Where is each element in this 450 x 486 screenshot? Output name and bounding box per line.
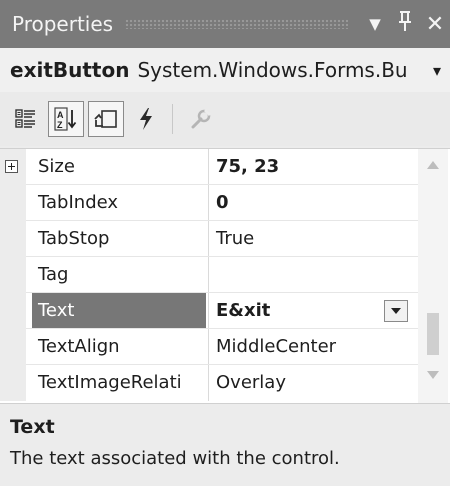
property-value[interactable]: [210, 257, 418, 293]
properties-button[interactable]: [88, 101, 124, 137]
row-gutter: [0, 185, 26, 221]
column-divider: [208, 329, 209, 365]
object-selector[interactable]: exitButton System.Windows.Forms.Bu ▾: [0, 48, 450, 93]
property-row-size[interactable]: Size 75, 23: [0, 149, 418, 185]
property-name: TabIndex: [38, 192, 119, 213]
chevron-down-icon[interactable]: ▾: [424, 61, 450, 80]
property-value[interactable]: MiddleCenter: [210, 329, 418, 365]
description-text: The text associated with the control.: [10, 448, 340, 469]
row-gutter: [0, 257, 26, 293]
scroll-up-icon: [427, 161, 439, 169]
property-row-textimagerelation[interactable]: TextImageRelati Overlay: [0, 365, 418, 401]
panel-title: Properties: [12, 12, 114, 36]
row-gutter: [0, 293, 26, 329]
pin-icon: [399, 11, 411, 31]
property-name: TextImageRelati: [38, 372, 182, 393]
property-pages-button[interactable]: [183, 101, 219, 137]
column-divider: [208, 221, 209, 257]
alphabetical-button[interactable]: A Z: [48, 101, 84, 137]
object-type: System.Windows.Forms.Bu: [137, 58, 408, 82]
title-bar[interactable]: Properties ▼ ✕: [0, 0, 450, 48]
property-row-tag[interactable]: Tag: [0, 257, 418, 293]
categorized-icon: [15, 109, 35, 128]
column-divider: [208, 257, 209, 293]
properties-panel: Properties ▼ ✕ exitButton System.Windows…: [0, 0, 450, 486]
column-divider: [208, 185, 209, 221]
property-value[interactable]: 75, 23: [210, 149, 418, 185]
property-name-selected: Text: [32, 293, 206, 329]
property-value[interactable]: 0: [210, 185, 418, 221]
events-button[interactable]: [128, 101, 164, 137]
description-title: Text: [10, 416, 55, 438]
property-row-tabstop[interactable]: TabStop True: [0, 221, 418, 257]
object-name: exitButton: [10, 58, 130, 82]
property-name: TextAlign: [38, 336, 120, 357]
row-gutter: [0, 221, 26, 257]
wrench-icon: [191, 108, 212, 129]
property-row-text[interactable]: Text E&xit: [0, 293, 418, 329]
property-toolbar: A Z: [0, 92, 450, 146]
toolbar-separator: [172, 104, 173, 134]
property-name: Size: [38, 156, 75, 177]
scrollbar-thumb[interactable]: [427, 313, 439, 355]
lightning-icon: [140, 108, 152, 130]
column-divider: [208, 293, 209, 329]
property-row-tabindex[interactable]: TabIndex 0: [0, 185, 418, 221]
window-menu-dropdown-button[interactable]: ▼: [360, 15, 390, 33]
row-gutter: [0, 365, 26, 401]
close-icon: ✕: [425, 11, 445, 37]
close-button[interactable]: ✕: [420, 12, 450, 37]
vertical-scrollbar[interactable]: [418, 149, 448, 403]
row-gutter: [0, 329, 26, 365]
property-value[interactable]: Overlay: [210, 365, 418, 401]
categorized-button[interactable]: [8, 101, 44, 137]
drag-grip[interactable]: [125, 19, 348, 29]
description-pane: Text The text associated with the contro…: [0, 404, 450, 486]
property-value[interactable]: True: [210, 221, 418, 257]
property-row-textalign[interactable]: TextAlign MiddleCenter: [0, 329, 418, 365]
properties-icon: [94, 110, 117, 128]
column-divider: [208, 149, 209, 185]
svg-text:Z: Z: [57, 120, 63, 130]
property-name: TabStop: [38, 228, 110, 249]
column-divider: [208, 365, 209, 401]
expand-plus-icon[interactable]: [5, 160, 18, 173]
alphabetical-icon: A Z: [54, 107, 77, 131]
scroll-down-button[interactable]: [418, 371, 448, 391]
dropdown-arrow-icon: ▼: [369, 15, 381, 33]
scroll-up-button[interactable]: [418, 161, 448, 181]
property-name: Tag: [38, 264, 69, 285]
chevron-down-icon: [391, 308, 401, 314]
svg-text:A: A: [57, 110, 64, 120]
property-grid: Size 75, 23 TabIndex 0 TabStop True Tag: [0, 148, 450, 404]
pin-button[interactable]: [390, 10, 420, 38]
scroll-down-icon: [427, 371, 439, 379]
value-dropdown-button[interactable]: [384, 300, 408, 322]
